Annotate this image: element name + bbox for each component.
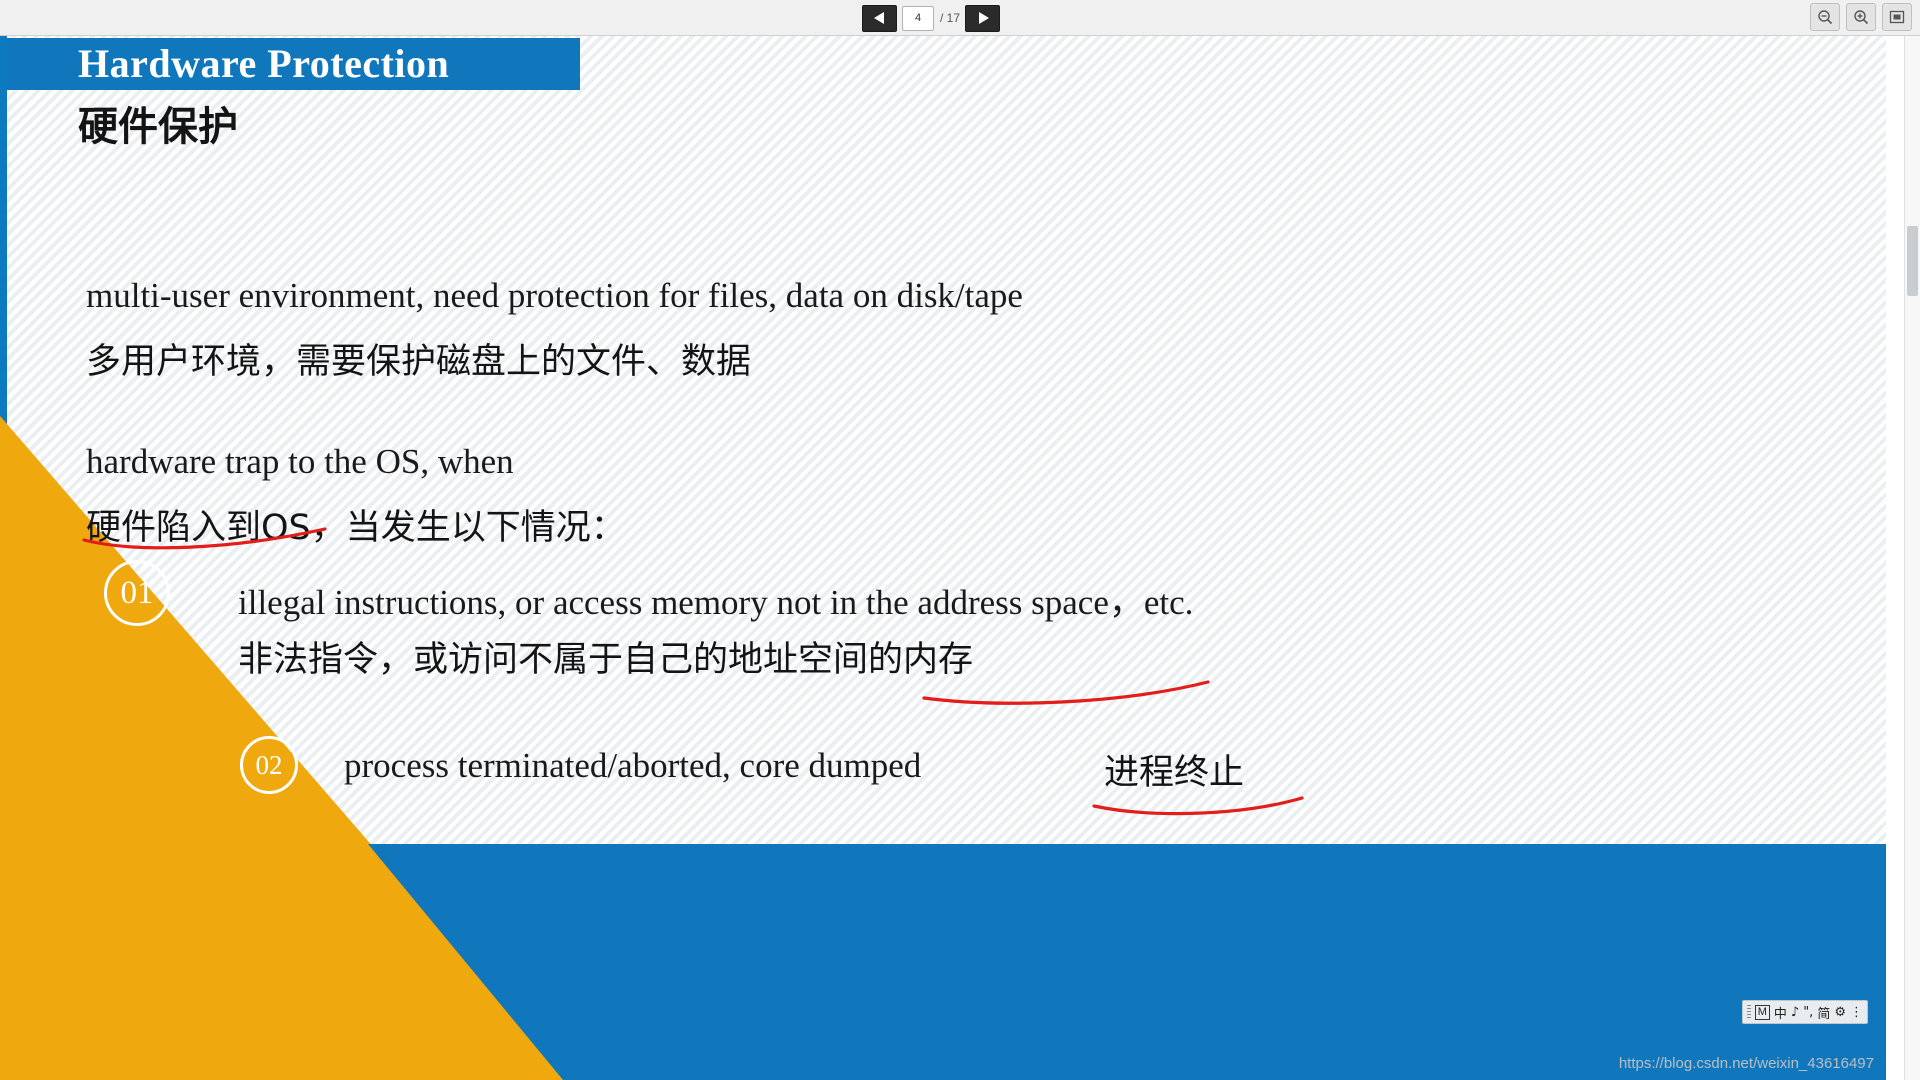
- paragraph-2-en: hardware trap to the OS, when: [86, 442, 514, 481]
- ime-status-bar[interactable]: M 中 ♪ ", 简 ⚙ ⋮: [1741, 1000, 1868, 1024]
- slide-title-en: Hardware Protection: [78, 41, 450, 86]
- bullet-number-02: 02: [240, 736, 298, 794]
- slide-left-accent-bar: [0, 36, 7, 1080]
- paragraph-1-cn: 多用户环境，需要保护磁盘上的文件、数据: [86, 342, 752, 382]
- page-number-input[interactable]: 4: [902, 5, 934, 31]
- fit-page-icon: [1889, 10, 1905, 24]
- page-total-label: / 17: [940, 11, 961, 25]
- page-navigation: 4 / 17: [862, 3, 1001, 33]
- vertical-scrollbar[interactable]: [1904, 36, 1920, 1080]
- bullet-number-01: 01: [104, 560, 170, 626]
- ime-sound-icon[interactable]: ♪: [1791, 1005, 1799, 1020]
- ime-mode-icon[interactable]: M: [1754, 1004, 1770, 1020]
- paragraph-2-cn: 硬件陷入到OS，当发生以下情况：: [86, 508, 626, 548]
- paragraph-1-en: multi-user environment, need protection …: [86, 276, 1023, 315]
- ime-more-icon[interactable]: ⋮: [1850, 1005, 1863, 1020]
- ime-simplified-toggle[interactable]: 简: [1817, 1003, 1830, 1022]
- bullet-2-cn: 进程终止: [1104, 753, 1245, 793]
- zoom-out-button[interactable]: [1810, 3, 1840, 31]
- slide-title-cn: 硬件保护: [78, 104, 238, 150]
- bullet-1-cn: 非法指令，或访问不属于自己的地址空间的内存: [238, 640, 974, 680]
- bullet-1-en: illegal instructions, or access memory n…: [238, 583, 1194, 622]
- magnifier-minus-icon: [1818, 10, 1833, 25]
- top-toolbar: 4 / 17: [0, 0, 1920, 36]
- scrollbar-thumb[interactable]: [1907, 226, 1918, 296]
- zoom-in-button[interactable]: [1846, 3, 1876, 31]
- triangle-left-icon: [873, 12, 884, 24]
- blue-band-decoration: [368, 844, 1886, 1080]
- next-slide-button[interactable]: [965, 4, 1001, 32]
- prev-slide-button[interactable]: [862, 4, 897, 32]
- ink-underline-2: [922, 680, 1210, 705]
- slide-canvas: Hardware Protection 硬件保护 multi-user envi…: [0, 36, 1886, 1080]
- ime-chinese-toggle[interactable]: 中: [1774, 1003, 1787, 1022]
- bullet-2-en: process terminated/aborted, core dumped: [344, 746, 922, 785]
- ime-settings-icon[interactable]: ⚙: [1834, 1005, 1846, 1020]
- triangle-right-icon: [978, 12, 989, 24]
- watermark-url: https://blog.csdn.net/weixin_43616497: [1618, 1055, 1874, 1072]
- ime-punctuation-icon[interactable]: ",: [1803, 1005, 1813, 1020]
- zoom-controls: [1810, 3, 1912, 31]
- fit-page-button[interactable]: [1882, 3, 1912, 31]
- magnifier-plus-icon: [1854, 10, 1869, 25]
- ime-drag-handle[interactable]: [1746, 1005, 1751, 1019]
